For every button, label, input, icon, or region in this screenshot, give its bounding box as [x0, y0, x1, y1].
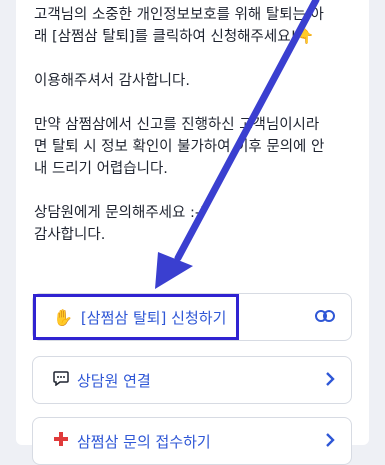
counselor-connect-label: 상담원 연결	[77, 371, 151, 390]
message-line: 고객님의 소중한 개인정보보호를 위해 탈퇴는 아	[34, 7, 324, 23]
chevron-right-icon	[325, 431, 335, 452]
message-body: 고객님의 소중한 개인정보보호를 위해 탈퇴는 아 래 [삼쩜삼 탈퇴]를 클릭…	[16, 4, 369, 246]
message-line: 내 드리기 어렵습니다.	[34, 161, 168, 177]
link-icon	[315, 308, 335, 326]
withdrawal-request-label: [삼쩜삼 탈퇴] 신청하기	[80, 308, 227, 327]
message-line-text: 래 [삼쩜삼 탈퇴]를 클릭하여 신청해주세요!	[34, 29, 297, 45]
inquiry-submit-label: 삼쩜삼 문의 접수하기	[77, 432, 211, 451]
chat-icon	[53, 370, 69, 390]
message-line: 래 [삼쩜삼 탈퇴]를 클릭하여 신청해주세요!👇	[16, 26, 369, 48]
message-line: 만약 삼쩜삼에서 신고를 진행하신 고객님이시라	[34, 117, 320, 133]
message-line: 상담원에게 문의해주세요 :-)	[34, 205, 206, 221]
counselor-connect-button[interactable]: 상담원 연결	[32, 356, 352, 404]
pointing-down-icon: 👇	[296, 29, 315, 45]
inquiry-submit-button[interactable]: 삼쩜삼 문의 접수하기	[32, 417, 352, 465]
message-thanks: 이용해주셔서 감사합니다.	[34, 73, 190, 89]
hand-icon: ✋	[53, 307, 73, 327]
cross-icon	[53, 431, 69, 451]
withdrawal-request-button[interactable]: ✋ [삼쩜삼 탈퇴] 신청하기	[32, 293, 352, 341]
message-line: 면 탈퇴 시 정보 확인이 불가하여 이후 문의에 안	[34, 139, 325, 155]
message-card: 고객님의 소중한 개인정보보호를 위해 탈퇴는 아 래 [삼쩜삼 탈퇴]를 클릭…	[16, 0, 369, 465]
chevron-right-icon	[325, 370, 335, 391]
message-line: 감사합니다.	[34, 227, 106, 243]
